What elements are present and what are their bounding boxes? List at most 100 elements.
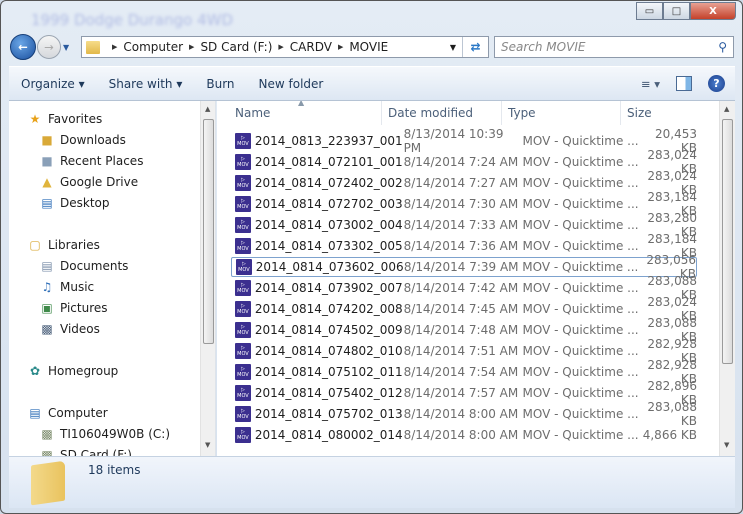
mov-file-icon: ▷ MOV [236, 259, 252, 275]
sidebar-item-music[interactable]: ♫ Music [39, 277, 95, 297]
folder-icon [86, 40, 100, 54]
sidebar-libraries[interactable]: ▢ Libraries [27, 235, 100, 255]
libraries-icon: ▢ [29, 238, 41, 252]
file-size: 4,866 KB [642, 428, 698, 442]
sidebar-item-sd-card[interactable]: ▩ SD Card (F:) [39, 445, 132, 456]
sidebar-item-c-drive[interactable]: ▩ TI106049W0B (C:) [39, 424, 170, 444]
close-button[interactable]: X [690, 2, 736, 20]
mov-file-icon: ▷ MOV [235, 238, 251, 254]
sidebar-item-documents[interactable]: ▤ Documents [39, 256, 128, 276]
file-name: 2014_0814_075102_011 [254, 365, 403, 379]
organize-button[interactable]: Organize ▾ [9, 77, 97, 91]
file-row[interactable]: ▷ MOV 2014_0814_080002_014 8/14/2014 8:00 A… [231, 425, 697, 445]
file-row[interactable]: ▷ MOV 2014_0814_074802_010 8/14/2014 7:51 A… [231, 337, 697, 365]
chevron-right-icon[interactable]: ▶ [112, 43, 117, 51]
share-with-button[interactable]: Share with ▾ [97, 77, 195, 91]
mov-file-icon: ▷ MOV [235, 406, 251, 422]
videos-icon: ▩ [41, 322, 53, 336]
file-date: 8/14/2014 7:30 AM [403, 197, 519, 211]
file-type: MOV - Quicktime ... [522, 260, 639, 274]
column-header-type[interactable]: Type [502, 101, 621, 125]
file-row[interactable]: ▷ MOV 2014_0814_073002_004 8/14/2014 7:33 A… [231, 211, 697, 239]
sidebar-homegroup[interactable]: ✿ Homegroup [27, 361, 118, 381]
address-bar[interactable]: ▶ Computer ▶ SD Card (F:) ▶ CARDV ▶ MOVI… [81, 36, 489, 58]
search-icon[interactable]: ⚲ [718, 40, 727, 54]
file-row[interactable]: ▷ MOV 2014_0814_074202_008 8/14/2014 7:45 A… [231, 295, 697, 323]
back-button[interactable]: ← [10, 34, 36, 60]
address-dropdown-icon[interactable]: ▼ [450, 43, 456, 52]
mov-file-icon: ▷ MOV [235, 427, 251, 443]
forward-button[interactable]: → [37, 35, 61, 59]
chevron-right-icon[interactable]: ▶ [189, 43, 194, 51]
file-type: MOV - Quicktime ... [522, 134, 639, 148]
chevron-right-icon[interactable]: ▶ [278, 43, 283, 51]
file-row[interactable]: ▷ MOV 2014_0814_072402_002 8/14/2014 7:27 A… [231, 169, 697, 197]
mov-file-icon: ▷ MOV [235, 322, 251, 338]
navigation-buttons: ← → ▼ [10, 34, 69, 60]
chevron-right-icon[interactable]: ▶ [338, 43, 343, 51]
sidebar-scrollbar[interactable]: ▲ ▼ [200, 101, 215, 456]
minimize-button[interactable]: ▭ [636, 2, 663, 20]
column-header-size[interactable]: Size [621, 101, 719, 125]
breadcrumb-computer[interactable]: Computer [123, 40, 183, 54]
file-type: MOV - Quicktime ... [522, 176, 639, 190]
file-date: 8/13/2014 10:39 PM [403, 127, 504, 155]
recent-places-icon: ■ [41, 154, 53, 168]
new-folder-button[interactable]: New folder [247, 77, 336, 91]
breadcrumb-cardv[interactable]: CARDV [290, 40, 332, 54]
sidebar-item-recent-places[interactable]: ■ Recent Places [39, 151, 143, 171]
burn-button[interactable]: Burn [194, 77, 246, 91]
file-row[interactable]: ▷ MOV 2014_0814_073902_007 8/14/2014 7:42 A… [231, 274, 697, 302]
sidebar-scroll-thumb[interactable] [203, 119, 214, 344]
sidebar-item-downloads[interactable]: ■ Downloads [39, 130, 126, 150]
scroll-down-icon[interactable]: ▼ [724, 441, 729, 449]
documents-icon: ▤ [41, 259, 53, 273]
file-list-scroll-thumb[interactable] [722, 119, 733, 364]
file-name: 2014_0814_073002_004 [254, 218, 403, 232]
preview-pane-icon[interactable] [676, 76, 692, 91]
file-row[interactable]: ▷ MOV 2014_0814_075702_013 8/14/2014 8:00 A… [231, 400, 697, 428]
mov-file-icon: ▷ MOV [235, 280, 251, 296]
file-name: 2014_0814_073602_006 [255, 260, 404, 274]
file-size: 283,088 KB [647, 400, 698, 428]
sd-card-icon: ▩ [41, 448, 53, 456]
file-row[interactable]: ▷ MOV 2014_0814_075102_011 8/14/2014 7:54 A… [231, 358, 697, 386]
breadcrumb-sd-card[interactable]: SD Card (F:) [200, 40, 272, 54]
file-date: 8/14/2014 7:48 AM [403, 323, 519, 337]
scroll-up-icon[interactable]: ▲ [205, 105, 210, 113]
file-row[interactable]: ▷ MOV 2014_0814_073302_005 8/14/2014 7:36 A… [231, 232, 697, 260]
scroll-down-icon[interactable]: ▼ [205, 441, 210, 449]
breadcrumb-movie[interactable]: MOVIE [349, 40, 388, 54]
search-input[interactable]: Search MOVIE ⚲ [494, 36, 734, 58]
recent-pages-dropdown[interactable]: ▼ [63, 43, 69, 52]
file-type: MOV - Quicktime ... [522, 323, 639, 337]
maximize-button[interactable]: □ [663, 2, 690, 20]
sidebar-favorites[interactable]: ★ Favorites [27, 109, 103, 129]
file-date: 8/14/2014 7:57 AM [403, 386, 519, 400]
file-name: 2014_0814_072402_002 [254, 176, 403, 190]
background-window-title: 1999 Dodge Durango 4WD [31, 11, 234, 29]
refresh-button[interactable]: ⇄ [462, 37, 488, 57]
music-icon: ♫ [41, 280, 53, 294]
sidebar-computer[interactable]: ▤ Computer [27, 403, 107, 423]
sidebar-item-videos[interactable]: ▩ Videos [39, 319, 100, 339]
file-row[interactable]: ▷ MOV 2014_0814_075402_012 8/14/2014 7:57 A… [231, 379, 697, 407]
help-icon[interactable]: ? [708, 75, 725, 92]
file-date: 8/14/2014 7:33 AM [403, 218, 519, 232]
sidebar-item-desktop[interactable]: ▤ Desktop [39, 193, 109, 213]
file-type: MOV - Quicktime ... [522, 428, 639, 442]
sidebar-item-google-drive[interactable]: ▲ Google Drive [39, 172, 138, 192]
file-name: 2014_0814_075702_013 [254, 407, 403, 421]
view-options-icon[interactable]: ≡ ▾ [641, 77, 660, 91]
file-row[interactable]: ▷ MOV 2014_0814_072101_001 8/14/2014 7:24 A… [231, 148, 697, 176]
google-drive-icon: ▲ [42, 175, 52, 189]
file-row[interactable]: ▷ MOV 2014_0814_074502_009 8/14/2014 7:48 A… [231, 316, 697, 344]
file-list-scrollbar[interactable]: ▲ ▼ [719, 101, 735, 456]
file-row[interactable]: ▷ MOV 2014_0814_073602_006 8/14/2014 7:39 A… [231, 253, 697, 281]
column-header-date[interactable]: Date modified [382, 101, 502, 125]
file-row[interactable]: ▷ MOV 2014_0813_223937_001 8/13/2014 10:39 … [231, 127, 697, 155]
sidebar-item-pictures[interactable]: ▣ Pictures [39, 298, 107, 318]
file-name: 2014_0814_074802_010 [254, 344, 403, 358]
scroll-up-icon[interactable]: ▲ [724, 105, 729, 113]
file-row[interactable]: ▷ MOV 2014_0814_072702_003 8/14/2014 7:30 A… [231, 190, 697, 218]
